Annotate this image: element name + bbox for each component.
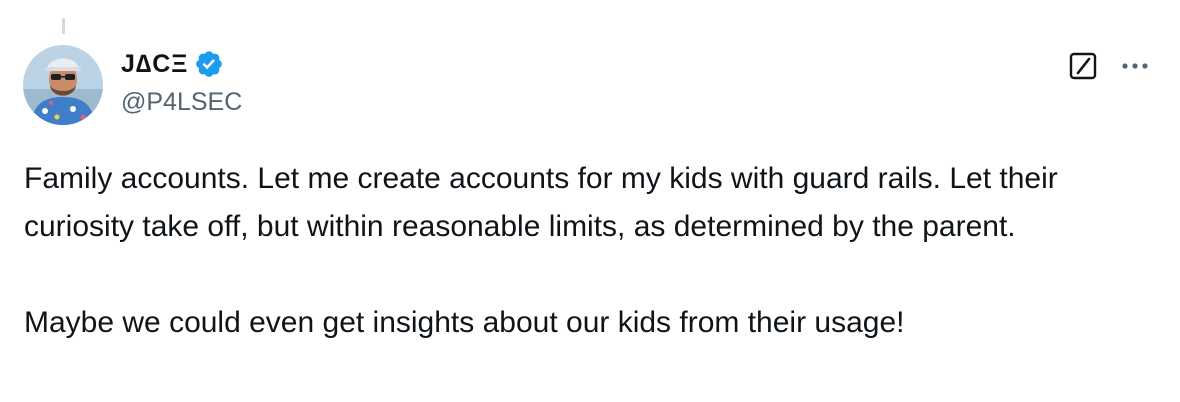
more-options-icon[interactable] [1118,56,1152,76]
author-handle[interactable]: @P4LSEC [121,88,242,117]
author-display-name[interactable]: J∆CΞ [121,50,188,79]
verified-badge-icon [196,51,223,77]
avatar-photo-icon [23,45,103,125]
grok-icon[interactable] [1068,51,1098,81]
author-name-row[interactable]: J∆CΞ [121,49,224,79]
tweet-text: Family accounts. Let me create accounts … [24,155,1164,347]
avatar[interactable] [23,45,103,125]
tweet-paragraph: Family accounts. Let me create accounts … [24,162,1058,243]
tweet-paragraph: Maybe we could even get insights about o… [24,306,905,339]
thread-connector-line [62,18,65,34]
